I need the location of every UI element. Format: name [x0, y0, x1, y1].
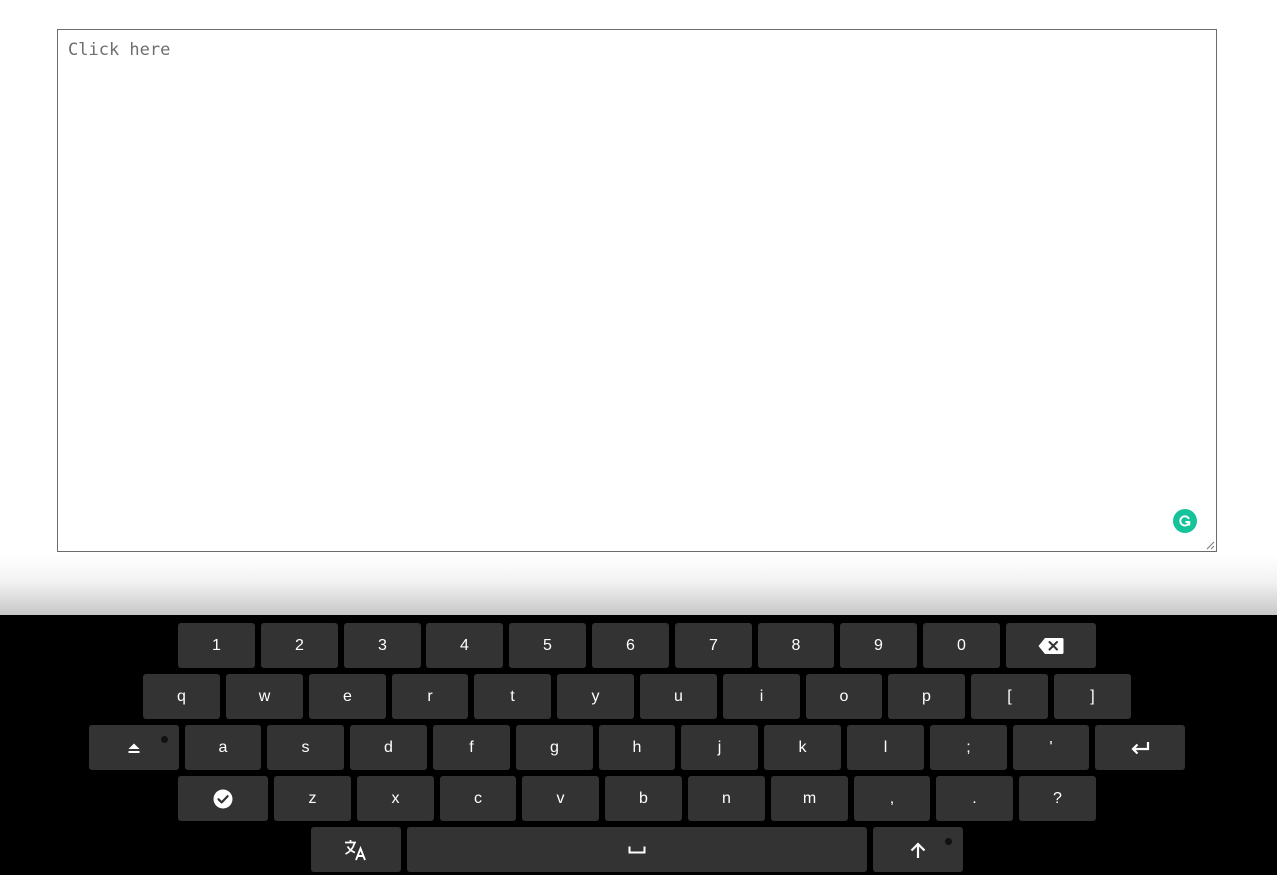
- check-circle-icon: [213, 789, 233, 808]
- key-9[interactable]: 9: [840, 623, 917, 668]
- key-n[interactable]: n: [688, 776, 765, 821]
- page: 1 2 3 4 5 6 7 8 9 0 q w e r t y u i o p …: [0, 0, 1277, 875]
- key-semicolon[interactable]: ;: [930, 725, 1007, 770]
- virtual-keyboard: 1 2 3 4 5 6 7 8 9 0 q w e r t y u i o p …: [0, 615, 1277, 875]
- done-key[interactable]: [178, 776, 268, 821]
- keyboard-shadow: [0, 555, 1277, 615]
- key-x[interactable]: x: [357, 776, 434, 821]
- key-b[interactable]: b: [605, 776, 682, 821]
- backspace-key[interactable]: [1006, 623, 1096, 668]
- key-i[interactable]: i: [723, 674, 800, 719]
- key-a[interactable]: a: [185, 725, 261, 770]
- key-close-bracket[interactable]: ]: [1054, 674, 1131, 719]
- resize-grip-icon[interactable]: [1205, 540, 1215, 550]
- shift-key[interactable]: [873, 827, 963, 872]
- grammarly-icon[interactable]: [1173, 509, 1197, 533]
- key-k[interactable]: k: [764, 725, 841, 770]
- translate-icon: [345, 839, 366, 860]
- key-q[interactable]: q: [143, 674, 220, 719]
- key-2[interactable]: 2: [261, 623, 338, 668]
- key-period[interactable]: .: [936, 776, 1013, 821]
- key-7[interactable]: 7: [675, 623, 752, 668]
- key-3[interactable]: 3: [344, 623, 421, 668]
- enter-icon: [1131, 741, 1150, 754]
- shift-icon: [910, 841, 926, 858]
- backspace-icon: [1038, 637, 1064, 654]
- layout-switch-icon: [128, 743, 140, 753]
- key-j[interactable]: j: [681, 725, 758, 770]
- key-p[interactable]: p: [888, 674, 965, 719]
- key-u[interactable]: u: [640, 674, 717, 719]
- key-y[interactable]: y: [557, 674, 634, 719]
- key-h[interactable]: h: [599, 725, 675, 770]
- key-f[interactable]: f: [433, 725, 510, 770]
- key-5[interactable]: 5: [509, 623, 586, 668]
- space-icon: [628, 846, 646, 853]
- key-z[interactable]: z: [274, 776, 351, 821]
- key-r[interactable]: r: [392, 674, 468, 719]
- key-w[interactable]: w: [226, 674, 303, 719]
- key-o[interactable]: o: [806, 674, 882, 719]
- key-0[interactable]: 0: [923, 623, 1000, 668]
- space-key[interactable]: [407, 827, 867, 872]
- indicator-dot: [945, 838, 952, 845]
- text-editor: [57, 29, 1217, 552]
- key-open-bracket[interactable]: [: [971, 674, 1048, 719]
- text-input[interactable]: [58, 30, 1216, 551]
- enter-key[interactable]: [1095, 725, 1185, 770]
- layout-switch-key[interactable]: [89, 725, 179, 770]
- key-1[interactable]: 1: [178, 623, 255, 668]
- key-c[interactable]: c: [440, 776, 516, 821]
- language-key[interactable]: [311, 827, 401, 872]
- key-v[interactable]: v: [522, 776, 599, 821]
- key-comma[interactable]: ,: [854, 776, 930, 821]
- key-s[interactable]: s: [267, 725, 344, 770]
- key-question[interactable]: ?: [1019, 776, 1096, 821]
- key-l[interactable]: l: [847, 725, 924, 770]
- indicator-dot: [161, 736, 168, 743]
- key-apostrophe[interactable]: ': [1013, 725, 1089, 770]
- key-d[interactable]: d: [350, 725, 427, 770]
- key-8[interactable]: 8: [758, 623, 834, 668]
- key-m[interactable]: m: [771, 776, 848, 821]
- key-4[interactable]: 4: [426, 623, 503, 668]
- key-e[interactable]: e: [309, 674, 386, 719]
- key-g[interactable]: g: [516, 725, 593, 770]
- key-6[interactable]: 6: [592, 623, 669, 668]
- key-t[interactable]: t: [474, 674, 551, 719]
